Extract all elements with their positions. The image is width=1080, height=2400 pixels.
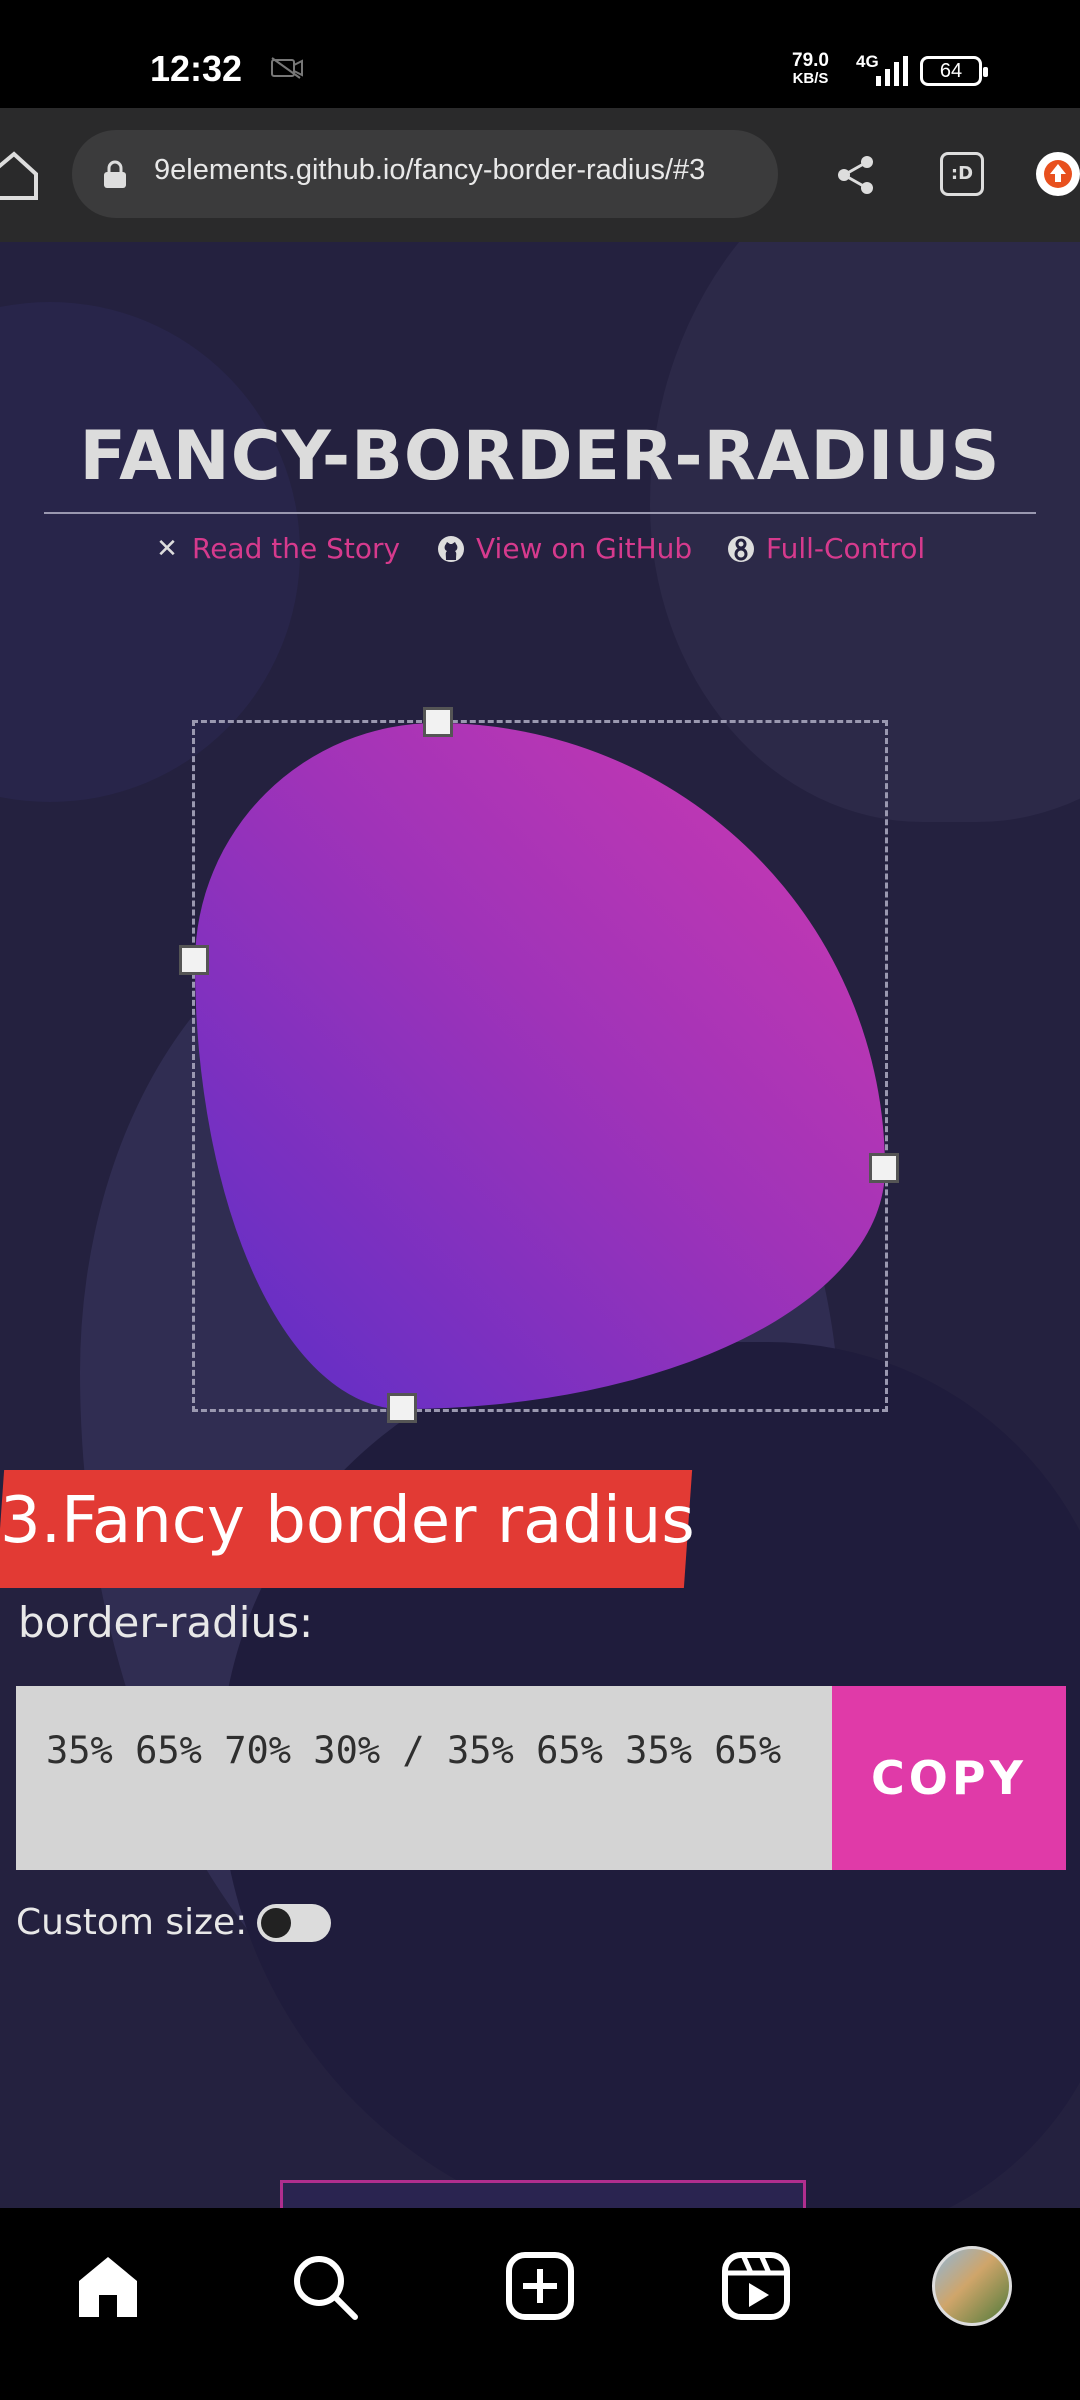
bottom-handle[interactable] <box>387 1393 417 1423</box>
network-speed: 79.0 KB/S <box>792 50 829 88</box>
github-link[interactable]: View on GitHub <box>436 532 692 565</box>
github-label: View on GitHub <box>476 532 693 565</box>
bottom-navigation <box>0 2208 1080 2400</box>
read-story-label: Read the Story <box>192 532 401 565</box>
header-links: ✕ Read the Story View on GitHub Full-Con… <box>0 532 1080 582</box>
read-story-link[interactable]: ✕ Read the Story <box>152 532 400 565</box>
reels-icon <box>722 2252 790 2320</box>
status-bar: 12:32 79.0 KB/S 4G 64 <box>0 0 1080 108</box>
speed-value: 79.0 <box>792 50 829 71</box>
lock-icon <box>104 160 126 188</box>
shape-editor <box>179 707 899 1423</box>
camera-off-icon <box>271 57 303 79</box>
profile-avatar[interactable] <box>932 2246 1012 2326</box>
toggle-knob <box>261 1907 292 1938</box>
home-icon[interactable] <box>0 150 44 202</box>
next-section-card <box>280 2180 806 2208</box>
nav-reels[interactable] <box>716 2246 796 2326</box>
search-icon <box>294 2256 358 2320</box>
copy-button[interactable]: COPY <box>832 1686 1066 1870</box>
speed-unit: KB/S <box>792 70 829 87</box>
full-control-label: Full-Control <box>766 532 926 565</box>
page-title: FANCY-BORDER-RADIUS <box>79 417 1001 496</box>
border-radius-label: border-radius: <box>18 1598 314 1647</box>
left-handle[interactable] <box>179 945 209 975</box>
right-handle[interactable] <box>869 1153 899 1183</box>
status-time: 12:32 <box>150 48 243 89</box>
top-handle[interactable] <box>423 707 453 737</box>
title-divider <box>44 512 1036 514</box>
url-text: 9elements.github.io/fancy-border-radius/… <box>154 154 706 186</box>
section-title: 3.Fancy border radius <box>0 1484 695 1558</box>
tabs-button[interactable]: :D <box>940 152 984 196</box>
url-bar[interactable]: 9elements.github.io/fancy-border-radius/… <box>72 130 778 218</box>
github-icon <box>436 534 466 564</box>
custom-size-row: Custom size: <box>16 1902 332 1943</box>
share-icon[interactable] <box>836 154 876 196</box>
custom-size-label: Custom size: <box>16 1902 248 1943</box>
browser-toolbar: 9elements.github.io/fancy-border-radius/… <box>0 108 1080 242</box>
border-radius-value: 35% 65% 70% 30% / 35% 65% 35% 65% <box>46 1729 782 1772</box>
web-page: FANCY-BORDER-RADIUS ✕ Read the Story Vie… <box>0 242 1080 2208</box>
border-radius-output[interactable]: 35% 65% 70% 30% / 35% 65% 35% 65% <box>16 1686 832 1870</box>
nav-search[interactable] <box>284 2246 364 2326</box>
custom-size-toggle[interactable] <box>257 1903 332 1942</box>
create-icon <box>506 2252 574 2320</box>
fancy-shape-preview <box>195 723 885 1409</box>
home-icon <box>79 2257 137 2317</box>
battery-icon: 64 <box>920 56 988 86</box>
full-control-link[interactable]: Full-Control <box>726 532 925 565</box>
full-control-icon <box>726 534 756 564</box>
story-icon: ✕ <box>156 533 178 564</box>
nav-create[interactable] <box>500 2246 580 2326</box>
nav-home[interactable] <box>68 2246 148 2326</box>
update-icon[interactable] <box>1036 152 1080 196</box>
